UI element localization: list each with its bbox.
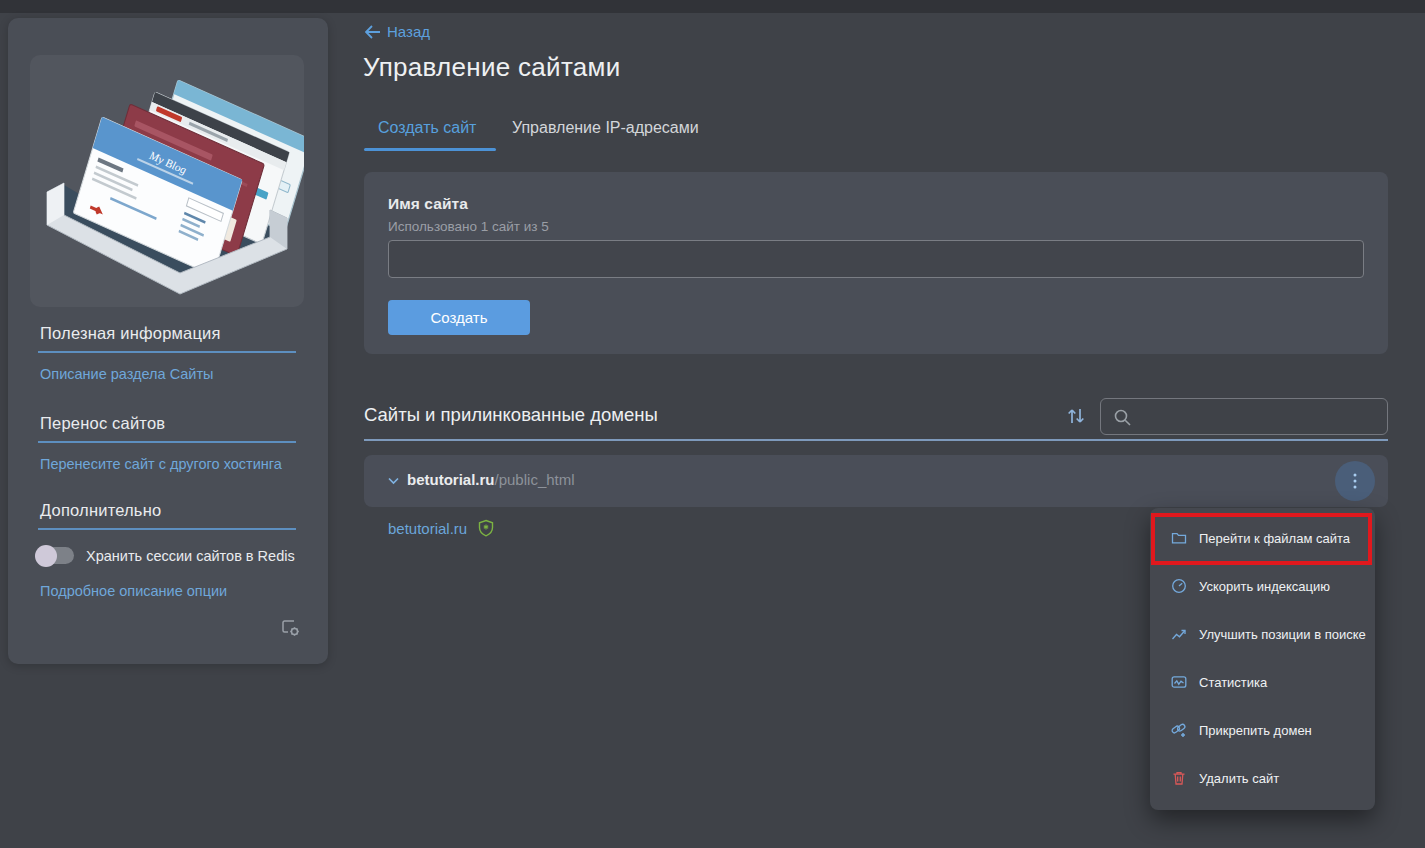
create-button[interactable]: Создать [388,300,530,335]
window-top-edge [0,0,1425,13]
back-link[interactable]: Назад [365,23,430,40]
sites-section-title: Сайты и прилинкованные домены [364,404,658,426]
menu-item-label: Улучшить позиции в поиске [1199,627,1366,642]
linked-domain-row: betutorial.ru [388,519,495,538]
site-actions-button[interactable] [1335,461,1375,501]
section-divider [364,439,1388,441]
display-settings-icon[interactable] [280,617,302,643]
sidebar-link-section-description[interactable]: Описание раздела Сайты [40,366,214,382]
redis-toggle-label: Хранить сессии сайтов в Redis [86,548,295,564]
divider [38,528,296,530]
menu-item-speed-up-indexing[interactable]: Ускорить индексацию [1150,562,1375,610]
menu-item-statistics[interactable]: Статистика [1150,658,1375,706]
sidebar-link-transfer-site[interactable]: Перенесите сайт с другого хостинга [40,456,282,472]
annotation-highlight-box [1151,513,1372,565]
tab-create-site[interactable]: Создать сайт [378,119,476,137]
site-name-input[interactable] [388,240,1364,278]
sidebar-link-option-description[interactable]: Подробное описание опции [40,583,227,599]
sidebar-heading-info: Полезная информация [40,324,221,343]
search-icon [1113,408,1132,427]
menu-item-label: Удалить сайт [1199,771,1279,786]
speedometer-icon [1171,578,1187,594]
sidebar-heading-transfer: Перенос сайтов [40,414,165,433]
linked-domain-link[interactable]: betutorial.ru [388,520,467,537]
back-arrow-icon [365,25,381,39]
sort-icon[interactable] [1064,404,1088,432]
tab-manage-ip[interactable]: Управление IP-адресами [512,119,699,137]
create-site-panel: Имя сайта Использовано 1 сайт из 5 Созда… [364,172,1388,354]
menu-item-label: Статистика [1199,675,1267,690]
sidebar-heading-extra: Дополнительно [40,501,161,520]
sites-illustration: My Blog [30,55,304,307]
toggle-knob [35,545,57,567]
site-domain-text: betutorial.ru [407,471,495,488]
site-name-label: Имя сайта [388,195,468,213]
menu-item-label: Прикрепить домен [1199,723,1312,738]
ssl-shield-icon [477,519,495,538]
trash-icon [1171,770,1187,786]
menu-item-attach-domain[interactable]: Прикрепить домен [1150,706,1375,754]
menu-item-improve-positions[interactable]: Улучшить позиции в поиске [1150,610,1375,658]
site-name: betutorial.ru/public_html [407,471,575,488]
chevron-down-icon[interactable] [388,477,399,485]
active-tab-underline [364,148,496,151]
redis-toggle[interactable] [38,547,74,564]
link-plus-icon [1171,722,1187,738]
divider [38,351,296,353]
back-label: Назад [387,23,430,40]
menu-item-label: Ускорить индексацию [1199,579,1330,594]
trending-up-icon [1171,626,1187,642]
search-input[interactable] [1139,400,1379,433]
website-stack-image: My Blog [30,55,304,307]
page-title: Управление сайтами [363,52,621,83]
search-box [1100,398,1388,435]
menu-item-delete-site[interactable]: Удалить сайт [1150,754,1375,802]
sidebar: My Blog Полезная информация Описание раз… [8,18,328,664]
redis-toggle-row: Хранить сессии сайтов в Redis [38,547,295,564]
kebab-icon [1354,474,1357,489]
site-path-text: /public_html [495,471,575,488]
divider [38,441,296,443]
site-row[interactable]: betutorial.ru/public_html [364,455,1388,507]
stats-icon [1171,674,1187,690]
usage-note: Использовано 1 сайт из 5 [388,219,549,234]
